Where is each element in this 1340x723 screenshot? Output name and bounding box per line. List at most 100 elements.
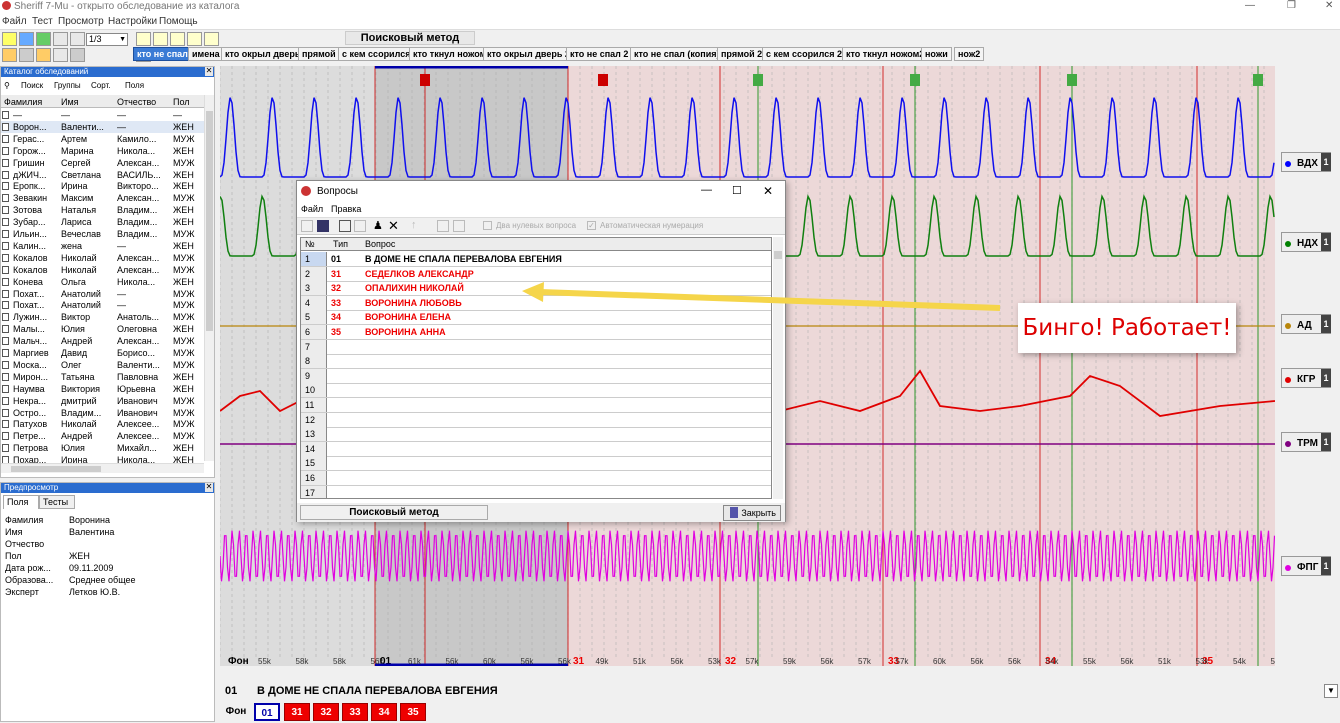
question-tab[interactable]: 32	[313, 703, 339, 721]
scroll-thumb[interactable]	[774, 251, 782, 259]
table-row[interactable]: Мальч... Андрей Алексан... МУЖ	[1, 335, 204, 347]
table-row[interactable]: Некра... дмитрий Иванович МУЖ	[1, 395, 204, 407]
maximize-icon[interactable]: ☐	[732, 184, 742, 197]
table-row[interactable]: дЖИЧ... Светлана ВАСИЛЬ... ЖЕН	[1, 169, 204, 181]
table-row[interactable]: Конева Ольга Никола... ЖЕН	[1, 276, 204, 288]
question-tab[interactable]: 01	[254, 703, 280, 721]
table-row[interactable]: Зевакин Максим Алексан... МУЖ	[1, 192, 204, 204]
table-row[interactable]: Ворон... Валенти... — ЖЕН	[1, 120, 204, 133]
table-row[interactable]: Гришин Сергей Алексан... МУЖ	[1, 157, 204, 169]
channel-gain[interactable]: 1	[1321, 233, 1331, 251]
arrow-up-icon[interactable]: ↑	[411, 219, 417, 231]
question-tab[interactable]: 33	[342, 703, 368, 721]
table-row[interactable]: Петрова Юлия Михайл... ЖЕН	[1, 442, 204, 454]
catalog-search[interactable]: Поиск	[21, 81, 43, 90]
export-icon[interactable]	[36, 48, 51, 62]
wrench-icon[interactable]	[53, 32, 68, 46]
question-tab[interactable]: 35	[400, 703, 426, 721]
table-row[interactable]: Патухов Николай Алексее... МУЖ	[1, 418, 204, 430]
question-button[interactable]: с кем ссорился 2	[762, 47, 846, 61]
two-zero-checkbox[interactable]	[483, 221, 492, 230]
question-button[interactable]: прямой	[298, 47, 340, 61]
delete-icon[interactable]: ✕	[388, 218, 399, 234]
menu-test[interactable]: Тест	[32, 16, 53, 27]
question-button[interactable]: кто не спал	[133, 47, 192, 61]
scroll-thumb[interactable]	[206, 111, 213, 331]
pause-icon[interactable]	[153, 32, 168, 46]
catalog-scrollbar[interactable]	[204, 95, 214, 461]
question-tab[interactable]: Фон	[223, 703, 249, 721]
question-tab[interactable]: 34	[371, 703, 397, 721]
channel-gain[interactable]: 1	[1321, 315, 1331, 333]
question-button[interactable]: кто окрыл дверь	[221, 47, 305, 61]
user-icon[interactable]: ♟	[373, 219, 383, 232]
table-row[interactable]: 15	[301, 456, 771, 472]
dialog-menu-edit[interactable]: Правка	[331, 204, 361, 214]
channel-label[interactable]: ТРМ 1	[1281, 432, 1331, 452]
question-button[interactable]: кто окрыл дверь 2	[483, 47, 574, 61]
grid-icon[interactable]	[53, 48, 68, 62]
close-button[interactable]: Закрыть	[723, 505, 781, 521]
folder-icon[interactable]	[2, 48, 17, 62]
tab-fields[interactable]: Поля	[3, 495, 39, 509]
table-row[interactable]: Зубар... Лариса Владим... ЖЕН	[1, 216, 204, 228]
copy-icon[interactable]	[339, 220, 351, 232]
settings-icon[interactable]	[70, 48, 85, 62]
table-row[interactable]: Калин... жена — ЖЕН	[1, 240, 204, 252]
col-name[interactable]: Имя	[61, 97, 79, 107]
channel-gain[interactable]: 1	[1321, 557, 1331, 575]
question-button[interactable]: кто ткнул ножом2	[842, 47, 929, 61]
table-row[interactable]: Герас... Артем Камило... МУЖ	[1, 133, 204, 145]
question-tab[interactable]: 31	[284, 703, 310, 721]
chart-icon[interactable]	[36, 32, 51, 46]
question-button[interactable]: нож2	[954, 47, 985, 61]
catalog-fields[interactable]: Поля	[125, 81, 144, 90]
table-row[interactable]: Ильин... Вечеслав Владим... МУЖ	[1, 228, 204, 240]
menu-view[interactable]: Просмотр	[58, 16, 104, 27]
table-row[interactable]: 12	[301, 412, 771, 428]
table-row[interactable]: 16	[301, 471, 771, 486]
channel-gain[interactable]: 1	[1321, 369, 1331, 387]
channel-label[interactable]: НДХ 1	[1281, 232, 1331, 252]
close-icon[interactable]: ✕	[763, 184, 773, 198]
minimize-icon[interactable]: —	[1245, 0, 1255, 11]
table-row[interactable]: Лужин... Виктор Анатоль... МУЖ	[1, 311, 204, 323]
channel-label[interactable]: АД 1	[1281, 314, 1331, 334]
new-doc-icon[interactable]	[301, 220, 313, 232]
table-row[interactable]: 14	[301, 441, 771, 457]
question-button[interactable]: кто ткнул ножом	[409, 47, 491, 61]
table-row[interactable]: 8	[301, 354, 771, 370]
table-row[interactable]: Кокалов Николай Алексан... МУЖ	[1, 264, 204, 276]
catalog-groups[interactable]: Группы	[54, 81, 81, 90]
auto-number-checkbox[interactable]: ✓	[587, 221, 596, 230]
minimize-icon[interactable]: —	[701, 184, 712, 196]
question-button[interactable]: с кем ссорился	[338, 47, 415, 61]
search-icon[interactable]: ⚲	[4, 81, 10, 90]
layout-icon[interactable]	[453, 220, 465, 232]
table-row[interactable]: Наумва Виктория Юрьевна ЖЕН	[1, 383, 204, 395]
table-row[interactable]: — — — —	[1, 109, 204, 121]
question-button[interactable]: кто не спал 2	[566, 47, 633, 61]
close-icon[interactable]: ✕	[205, 483, 213, 492]
table-row[interactable]: Остро... Владим... Иванович МУЖ	[1, 407, 204, 419]
hscroll-thumb[interactable]	[11, 466, 101, 472]
col-patronymic[interactable]: Отчество	[117, 97, 156, 107]
table-row[interactable]: Малы... Юлия Олеговна ЖЕН	[1, 323, 204, 335]
col-surname[interactable]: Фамилия	[4, 97, 42, 107]
table-row[interactable]: Похат... Анатолий — МУЖ	[1, 288, 204, 300]
print-icon[interactable]	[19, 48, 34, 62]
record-icon[interactable]	[136, 32, 151, 46]
chevron-down-icon[interactable]: ▼	[1324, 684, 1338, 698]
catalog-hscrollbar[interactable]	[1, 463, 204, 473]
table-row[interactable]: 10	[301, 383, 771, 399]
catalog-sort[interactable]: Сорт.	[91, 81, 111, 90]
channel-gain[interactable]: 1	[1321, 433, 1331, 451]
question-button[interactable]: прямой 2	[717, 47, 767, 61]
dialog-menu-file[interactable]: Файл	[301, 204, 323, 214]
table-row[interactable]: Маргиев Давид Борисо... МУЖ	[1, 347, 204, 359]
mark-icon[interactable]	[204, 32, 219, 46]
table-row[interactable]: 9	[301, 368, 771, 384]
channel-gain[interactable]: 1	[1321, 153, 1331, 171]
channel-label[interactable]: ФПГ 1	[1281, 556, 1331, 576]
table-row[interactable]: Петре... Андрей Алексее... МУЖ	[1, 430, 204, 442]
